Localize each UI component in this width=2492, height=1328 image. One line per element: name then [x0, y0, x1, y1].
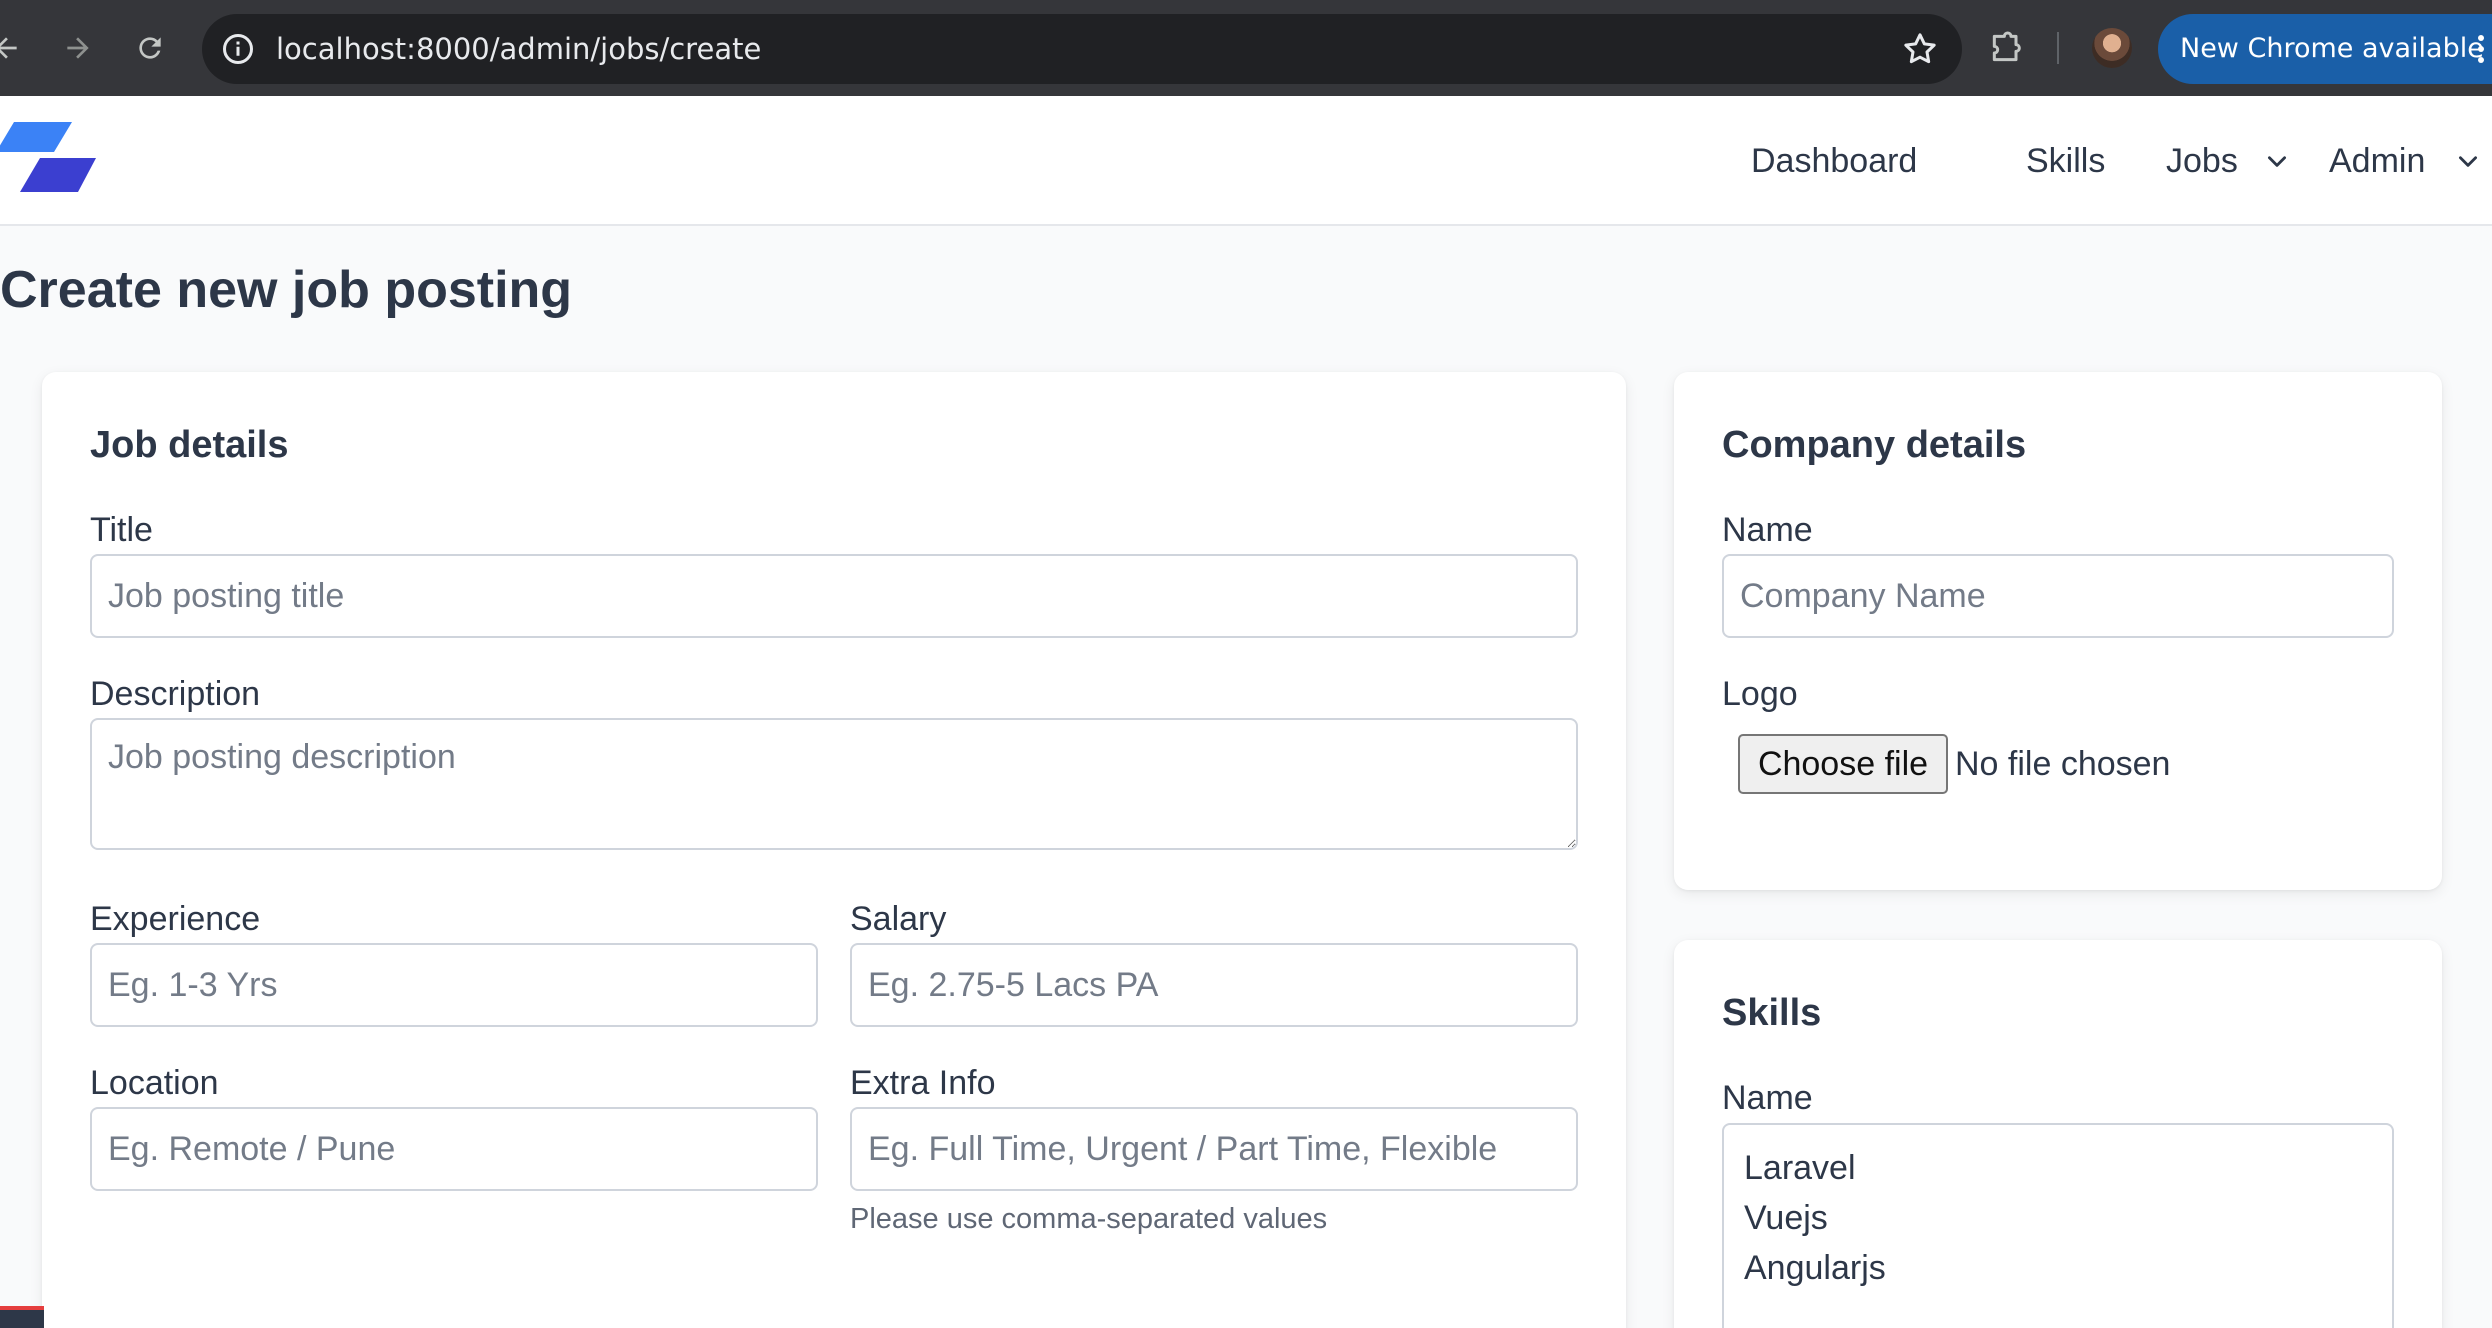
salary-input[interactable]	[850, 943, 1578, 1027]
extra-info-help: Please use comma-separated values	[850, 1203, 1328, 1235]
bookmark-star-icon[interactable]	[1900, 29, 1940, 69]
extra-info-input[interactable]	[850, 1107, 1578, 1191]
chevron-down-icon[interactable]	[2264, 148, 2290, 174]
site-info-icon[interactable]	[220, 31, 256, 67]
url-text[interactable]: localhost:8000/admin/jobs/create	[276, 31, 761, 67]
logo-label: Logo	[1722, 675, 1798, 713]
skills-heading: Skills	[1722, 992, 1822, 1034]
skill-option-angularjs[interactable]: Angularjs	[1744, 1243, 2372, 1293]
arrow-right-icon	[67, 37, 89, 59]
brand-logo[interactable]	[0, 122, 96, 192]
location-label: Location	[90, 1064, 219, 1102]
toolbar-divider	[2057, 32, 2059, 64]
extra-info-label: Extra Info	[850, 1064, 996, 1102]
browser-toolbar: localhost:8000/admin/jobs/create New Chr…	[0, 0, 2492, 96]
app-header: Dashboard Skills Jobs Admin	[0, 96, 2492, 226]
arrow-left-icon	[0, 37, 17, 59]
address-bar[interactable]: localhost:8000/admin/jobs/create	[202, 14, 1962, 84]
company-name-label: Name	[1722, 511, 1813, 549]
company-details-heading: Company details	[1722, 424, 2027, 466]
skills-multiselect[interactable]: Laravel Vuejs Angularjs	[1722, 1123, 2394, 1328]
forward-button[interactable]	[56, 26, 100, 70]
nav-jobs[interactable]: Jobs	[2166, 139, 2238, 183]
file-status-text: No file chosen	[1955, 745, 2171, 783]
location-input[interactable]	[90, 1107, 818, 1191]
page-title: Create new job posting	[0, 261, 573, 319]
title-input[interactable]	[90, 554, 1578, 638]
chrome-update-button[interactable]: New Chrome available	[2158, 14, 2492, 84]
nav-skills[interactable]: Skills	[2026, 139, 2105, 183]
experience-label: Experience	[90, 900, 261, 938]
profile-avatar[interactable]	[2092, 28, 2132, 68]
nav-dashboard[interactable]: Dashboard	[1751, 139, 1917, 183]
choose-file-button[interactable]: Choose file	[1738, 734, 1948, 794]
extensions-puzzle-icon[interactable]	[1986, 28, 2026, 68]
reload-icon	[139, 37, 161, 59]
skills-name-label: Name	[1722, 1079, 1813, 1117]
job-details-heading: Job details	[90, 424, 289, 466]
nav-admin[interactable]: Admin	[2329, 139, 2425, 183]
debug-toolbar-tab[interactable]	[0, 1306, 44, 1328]
update-label: New Chrome available	[2180, 33, 2484, 64]
back-button[interactable]	[0, 26, 28, 70]
experience-input[interactable]	[90, 943, 818, 1027]
skill-option-vuejs[interactable]: Vuejs	[1744, 1193, 2372, 1243]
description-label: Description	[90, 675, 261, 713]
more-vert-icon[interactable]	[2476, 32, 2486, 66]
skill-option-laravel[interactable]: Laravel	[1744, 1143, 2372, 1193]
salary-label: Salary	[850, 900, 947, 938]
description-textarea[interactable]	[90, 718, 1578, 850]
chevron-down-icon[interactable]	[2455, 148, 2481, 174]
company-name-input[interactable]	[1722, 554, 2394, 638]
reload-button[interactable]	[128, 26, 172, 70]
title-label: Title	[90, 511, 153, 549]
